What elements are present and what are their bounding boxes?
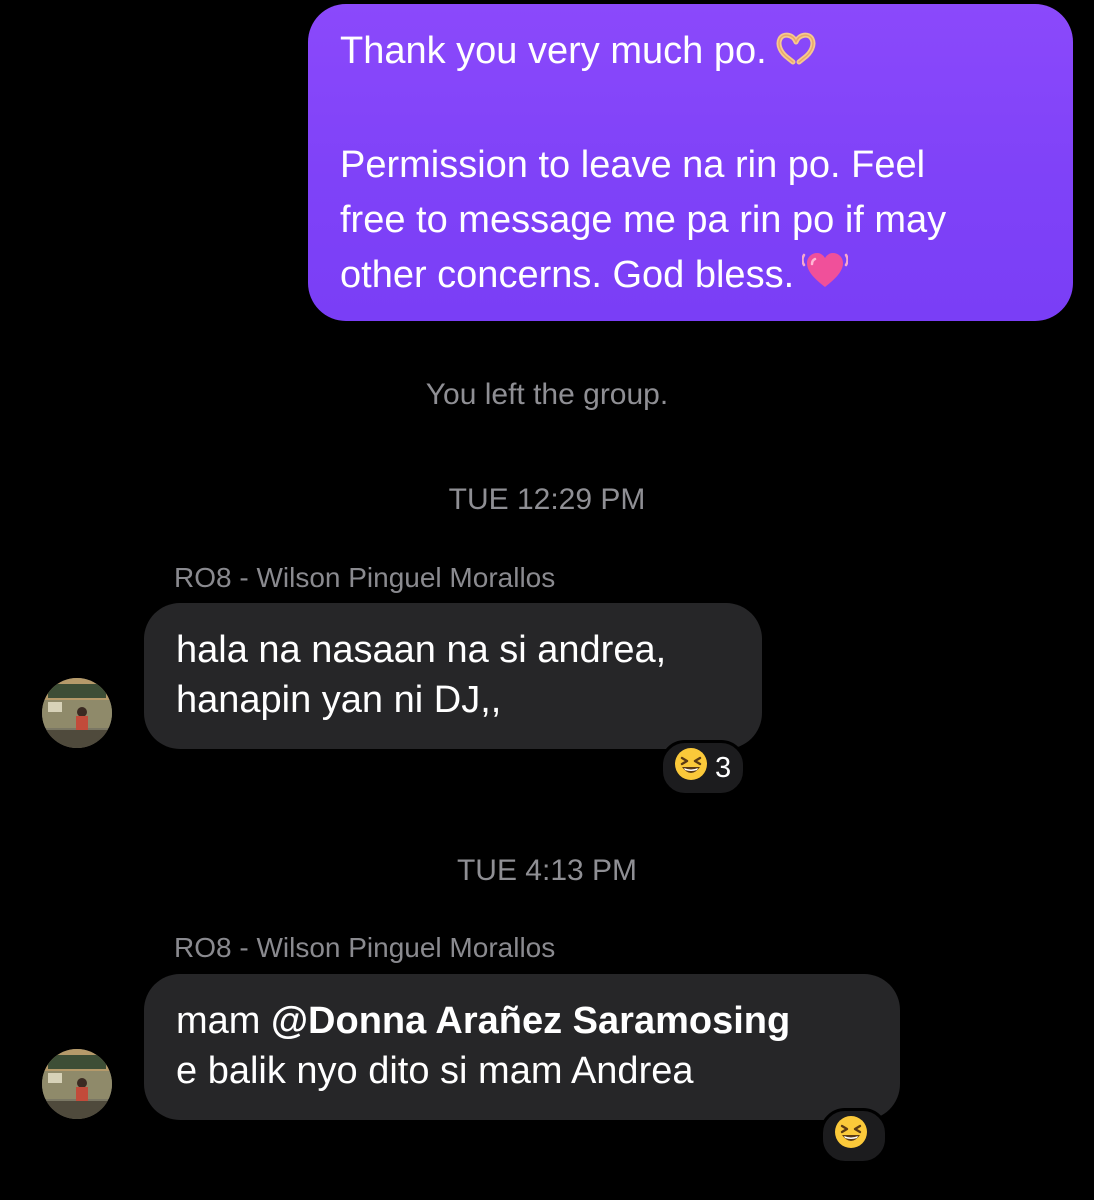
incoming-message-bubble[interactable]: mam @Donna Arañez Saramosing e balik nyo… (144, 974, 900, 1120)
sender-name: RO8 - Wilson Pinguel Morallos (174, 932, 556, 963)
message-line: hala na nasaan na si andrea, (176, 629, 667, 671)
message-line: Permission to leave na rin po. Feel (340, 144, 926, 186)
sender-name: RO8 - Wilson Pinguel Morallos (174, 562, 556, 593)
outgoing-message-bubble[interactable]: Thank you very much po. Permission to le… (308, 4, 1073, 321)
message-line: free to message me pa rin po if may (340, 199, 947, 241)
timestamp-divider: TUE 12:29 PM (448, 483, 646, 516)
reaction-count: 3 (715, 751, 732, 784)
message-line: mam @Donna Arañez Saramosing (176, 1000, 791, 1042)
sender-avatar[interactable] (42, 678, 112, 748)
sender-avatar[interactable] (42, 1049, 112, 1119)
grinning-squinting-face-emoji-icon (833, 1114, 869, 1158)
incoming-message-bubble[interactable]: hala na nasaan na si andrea, hanapin yan… (144, 603, 762, 749)
message-line: hanapin yan ni DJ,, (176, 679, 502, 721)
message-line: e balik nyo dito si mam Andrea (176, 1050, 694, 1092)
timestamp-divider: TUE 4:13 PM (456, 854, 638, 887)
grinning-squinting-face-emoji-icon (673, 746, 709, 790)
reaction-pill[interactable]: 3 (660, 740, 747, 796)
message-line: Thank you very much po. (340, 24, 1043, 83)
system-message-left-group: You left the group. (425, 378, 669, 411)
beating-heart-emoji-icon (801, 249, 849, 307)
user-mention[interactable]: @Donna Arañez Saramosing (271, 1000, 790, 1042)
reaction-pill[interactable] (820, 1108, 888, 1164)
chat-screen: Thank you very much po. Permission to le… (0, 0, 1094, 1200)
heart-hands-emoji-icon (775, 28, 817, 83)
message-line: other concerns. God bless. (340, 248, 1043, 307)
